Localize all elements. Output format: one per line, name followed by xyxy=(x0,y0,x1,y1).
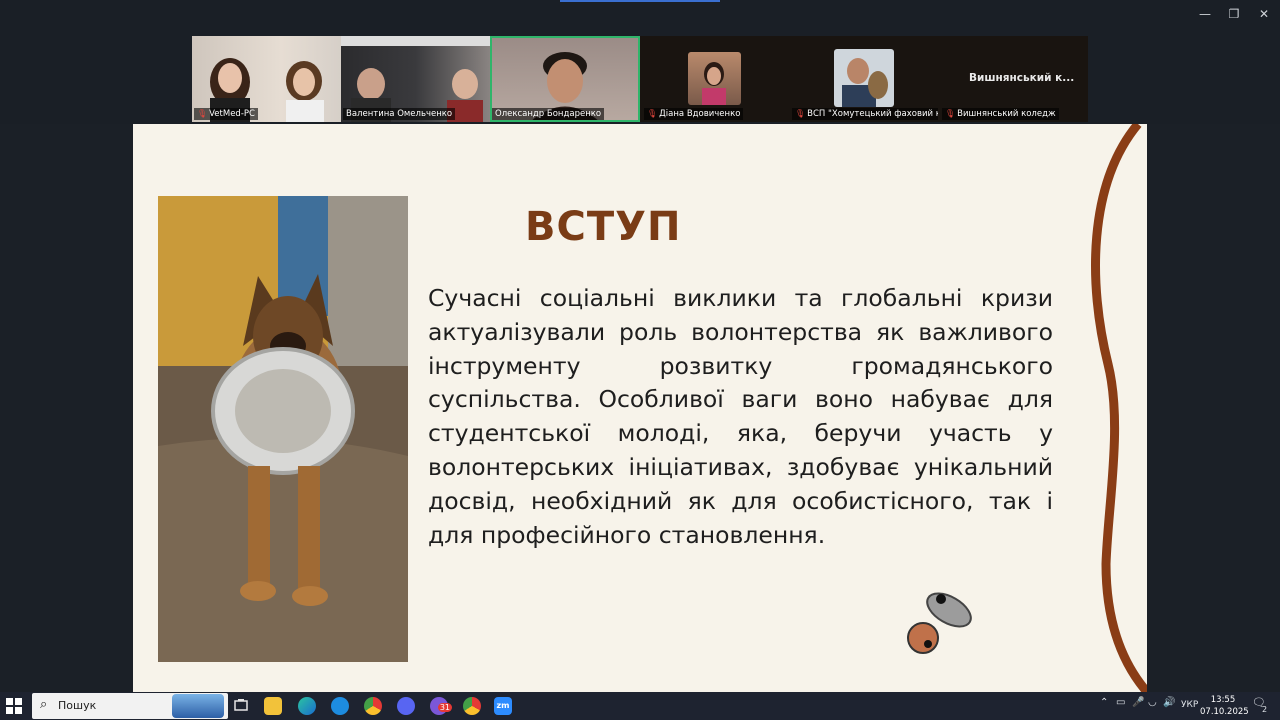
search-icon: ⌕ xyxy=(40,697,48,712)
participant-name: 🎙ВСП "Хомутецький фаховий кол... xyxy=(792,108,938,120)
search-highlight-image xyxy=(172,694,224,718)
viber-icon[interactable]: 31 xyxy=(430,697,452,715)
file-explorer-icon[interactable] xyxy=(264,697,282,715)
participant-tile-oleksandr[interactable]: Олександр Бондаренко xyxy=(490,36,640,122)
avatar xyxy=(688,52,741,105)
tray-device-icon[interactable]: ▭ xyxy=(1116,697,1125,708)
tray-chevron-icon[interactable]: ⌃ xyxy=(1100,697,1108,708)
chrome-icon[interactable] xyxy=(364,697,382,715)
participant-tile-vyshnianskyi[interactable]: Вишнянський к... 🎙 Вишнянський коледж xyxy=(940,36,1088,122)
slide-title: ВСТУП xyxy=(525,204,682,250)
mic-muted-icon: 🎙 xyxy=(945,109,956,118)
mic-muted-icon: 🎙 xyxy=(795,109,806,118)
zoom-icon[interactable]: zm xyxy=(494,697,512,715)
calendar-badge: 31 xyxy=(437,703,452,712)
participant-name: 🎙 Діана Вдовиченко xyxy=(644,108,744,120)
task-view-icon[interactable] xyxy=(234,698,248,714)
participant-tile-diana[interactable]: 🎙 Діана Вдовиченко xyxy=(642,36,790,122)
mic-muted-icon: 🎙 xyxy=(647,109,658,118)
notification-count: 2 xyxy=(1262,705,1268,714)
taskbar-search-box[interactable]: ⌕ Пошук xyxy=(32,693,228,719)
edge-icon[interactable] xyxy=(298,697,316,715)
participant-tile-valentyna[interactable]: Валентина Омельченко xyxy=(341,36,490,122)
volume-icon[interactable]: 🔊 xyxy=(1163,697,1175,708)
microphone-icon[interactable]: 🎤 xyxy=(1132,697,1144,708)
avatar xyxy=(834,49,894,107)
participant-name: Олександр Бондаренко xyxy=(492,108,605,120)
clock-time: 13:55 xyxy=(1210,695,1236,705)
share-indicator-bar xyxy=(560,0,720,2)
windows-start-icon[interactable] xyxy=(6,698,22,714)
clock-date: 07.10.2025 xyxy=(1200,707,1249,717)
close-button[interactable]: ✕ xyxy=(1249,4,1279,24)
language-indicator[interactable]: УКР xyxy=(1181,700,1198,710)
participant-tile-vetmed[interactable]: 🎙 VetMed-PC xyxy=(192,36,341,122)
participant-name: 🎙 Вишнянський коледж xyxy=(942,108,1059,120)
minimize-button[interactable]: — xyxy=(1190,4,1220,24)
shared-slide: ВСТУП Сучасні соціальні виклики та глоба… xyxy=(133,124,1147,692)
wifi-icon[interactable]: ◡ xyxy=(1148,697,1157,708)
decorative-curve xyxy=(1091,124,1147,692)
restore-button[interactable]: ❐ xyxy=(1219,4,1249,24)
taskbar-clock[interactable]: 13:55 07.10.2025 xyxy=(1200,694,1249,718)
participant-name: Валентина Омельченко xyxy=(343,108,456,120)
search-label: Пошук xyxy=(58,699,97,712)
windows-taskbar: ⌕ Пошук 31 zm ⌃ ▭ 🎤 ◡ 🔊 УКР 13:55 07.10.… xyxy=(0,692,1280,720)
skype-icon[interactable] xyxy=(331,697,349,715)
mic-muted-icon: 🎙 xyxy=(197,109,208,118)
discord-icon[interactable] xyxy=(397,697,415,715)
slide-body-text: Сучасні соціальні виклики та глобальні к… xyxy=(428,284,1053,549)
participant-tile-khomutets[interactable]: 🎙ВСП "Хомутецький фаховий кол... xyxy=(790,36,940,122)
participant-name: 🎙 VetMed-PC xyxy=(194,108,258,120)
bacteria-decoration-icon xyxy=(907,592,972,654)
chrome-profile-icon[interactable] xyxy=(463,697,481,715)
dog-photo xyxy=(158,196,408,662)
participant-display-name: Вишнянський к... xyxy=(969,72,1075,84)
